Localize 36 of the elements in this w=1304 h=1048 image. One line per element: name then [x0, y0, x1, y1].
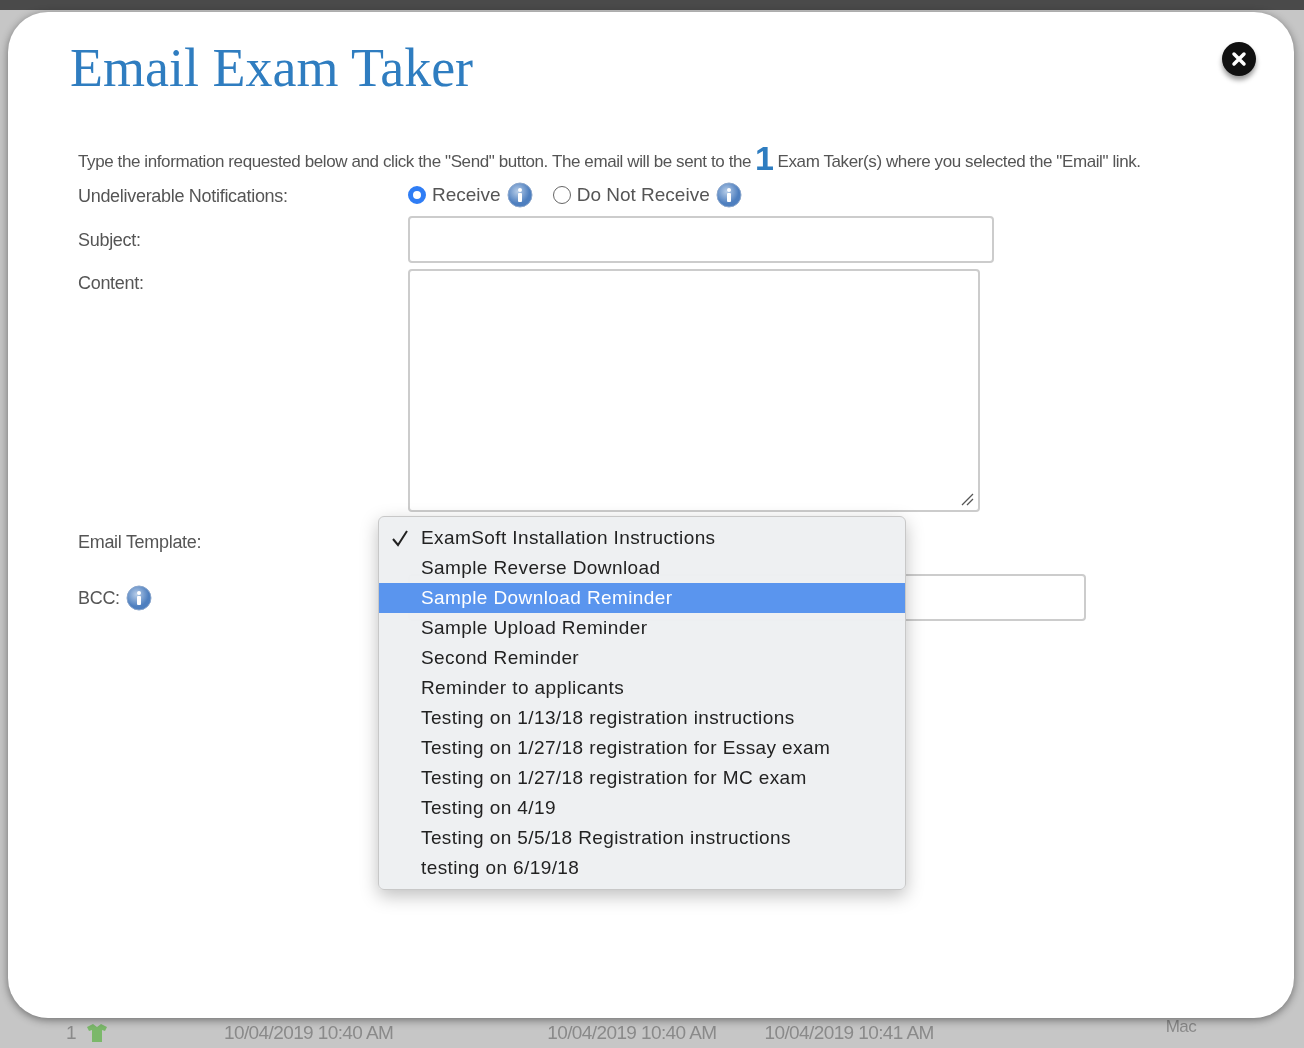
- subject-field[interactable]: [408, 216, 994, 263]
- info-icon[interactable]: [715, 182, 742, 208]
- date-cell: 10/04/2019 10:40 AM: [547, 1022, 717, 1044]
- info-icon[interactable]: [506, 182, 533, 208]
- radio-button[interactable]: [552, 186, 571, 204]
- menu-item[interactable]: ExamSoft Installation Instructions: [379, 523, 905, 553]
- field-label: Content:: [78, 272, 144, 295]
- menu-item[interactable]: testing on 6/19/18: [379, 853, 905, 883]
- menu-item[interactable]: Sample Upload Reminder: [379, 613, 905, 643]
- field-label: Undeliverable Notifications:: [78, 185, 288, 208]
- menu-item[interactable]: Testing on 4/19: [379, 793, 905, 823]
- radio-label: Do Not Receive: [576, 184, 710, 206]
- row-number: 1: [66, 1022, 76, 1044]
- date-cell: 10/04/2019 10:40 AM: [223, 1022, 394, 1044]
- close-button[interactable]: [1222, 42, 1256, 76]
- menu-item[interactable]: Second Reminder: [379, 643, 905, 673]
- platform-cell: Mac: [1165, 1017, 1197, 1037]
- field-label: Email Template:: [78, 531, 202, 554]
- menu-item[interactable]: Testing on 1/13/18 registration instructions: [379, 703, 905, 733]
- menu-item[interactable]: Sample Reverse Download: [379, 553, 905, 583]
- menu-item[interactable]: Testing on 1/27/18 registration for MC exam: [379, 763, 905, 793]
- checkmark-icon: [391, 529, 409, 547]
- menu-item[interactable]: Reminder to applicants: [379, 673, 905, 703]
- radio-label: Receive: [432, 184, 501, 206]
- radio-button[interactable]: [408, 186, 426, 204]
- field-label: BCC:: [78, 587, 120, 610]
- field-label: Subject:: [78, 229, 141, 252]
- shirt-icon: [85, 1024, 108, 1042]
- content-field[interactable]: [408, 269, 980, 512]
- menu-item[interactable]: Testing on 5/5/18 Registration instructions: [379, 823, 905, 853]
- info-icon[interactable]: [125, 585, 152, 611]
- menu-item[interactable]: Testing on 1/27/18 registration for Essay exam: [379, 733, 905, 763]
- resize-grip-icon[interactable]: [960, 492, 974, 506]
- date-cell: 10/04/2019 10:41 AM: [764, 1022, 934, 1044]
- close-icon: [1230, 50, 1248, 68]
- dialog-title: Email Exam Taker: [70, 37, 474, 100]
